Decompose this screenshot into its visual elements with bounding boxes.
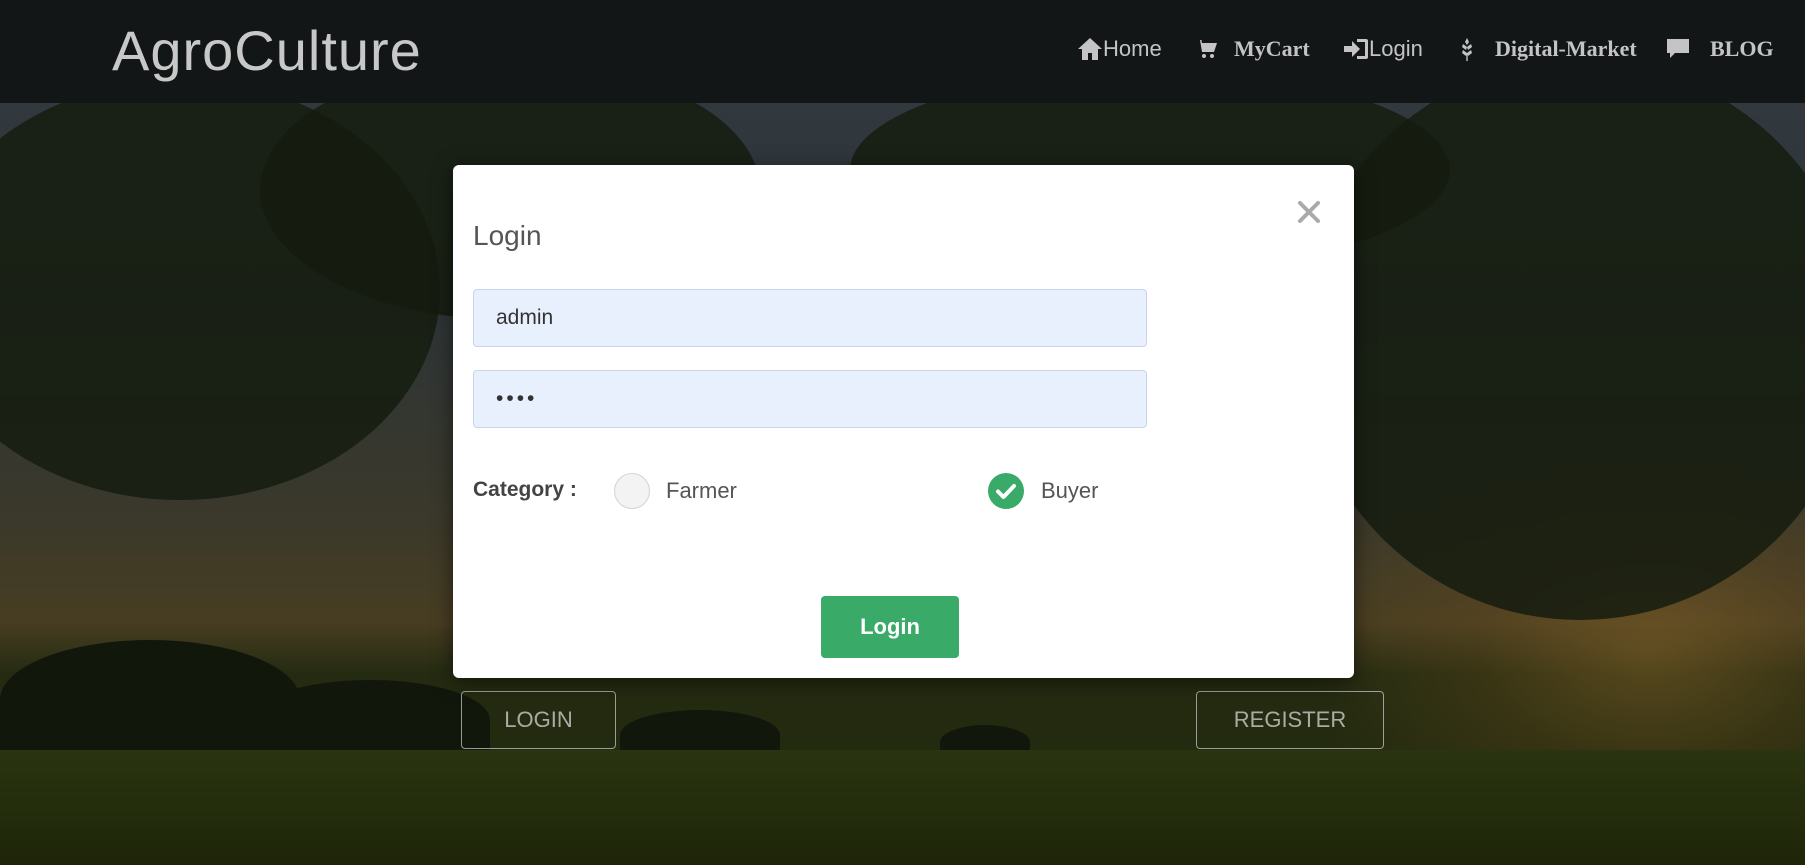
nav-mycart-label: MyCart [1234,36,1310,61]
nav-blog[interactable]: BLOG [1666,36,1774,62]
nav-login-label: Login [1369,36,1423,61]
brand-logo[interactable]: AgroCulture [112,18,422,83]
comment-icon [1666,38,1690,60]
nav-digital-market[interactable]: Digital-Market [1459,36,1637,62]
category-label: Category : [473,478,577,501]
nav-mycart[interactable]: MyCart [1196,36,1310,62]
nav-home-label: Home [1103,36,1162,61]
close-icon[interactable] [1294,197,1324,227]
checkmark-icon [988,484,1024,513]
navbar: AgroCulture Home MyCart Login Digital-Ma… [0,0,1805,103]
hero-login-button[interactable]: LOGIN [461,691,616,749]
home-icon [1077,37,1103,61]
username-input[interactable] [473,289,1147,347]
nav-login[interactable]: Login [1343,36,1423,62]
password-input[interactable] [473,370,1147,428]
farmer-radio-label[interactable]: Farmer [666,478,737,504]
login-submit-button[interactable]: Login [821,596,959,658]
modal-title: Login [473,220,542,251]
hero-register-button[interactable]: REGISTER [1196,691,1384,749]
buyer-radio[interactable] [988,473,1024,509]
sign-in-icon [1343,37,1369,61]
cart-icon [1196,38,1218,60]
grain-icon [1459,37,1475,61]
nav-digital-market-label: Digital-Market [1495,36,1637,61]
buyer-radio-label[interactable]: Buyer [1041,478,1098,504]
login-modal: Login Category : Farmer Buyer Login [453,165,1354,678]
nav-home[interactable]: Home [1077,36,1162,62]
farmer-radio[interactable] [614,473,650,509]
nav-blog-label: BLOG [1710,36,1774,61]
